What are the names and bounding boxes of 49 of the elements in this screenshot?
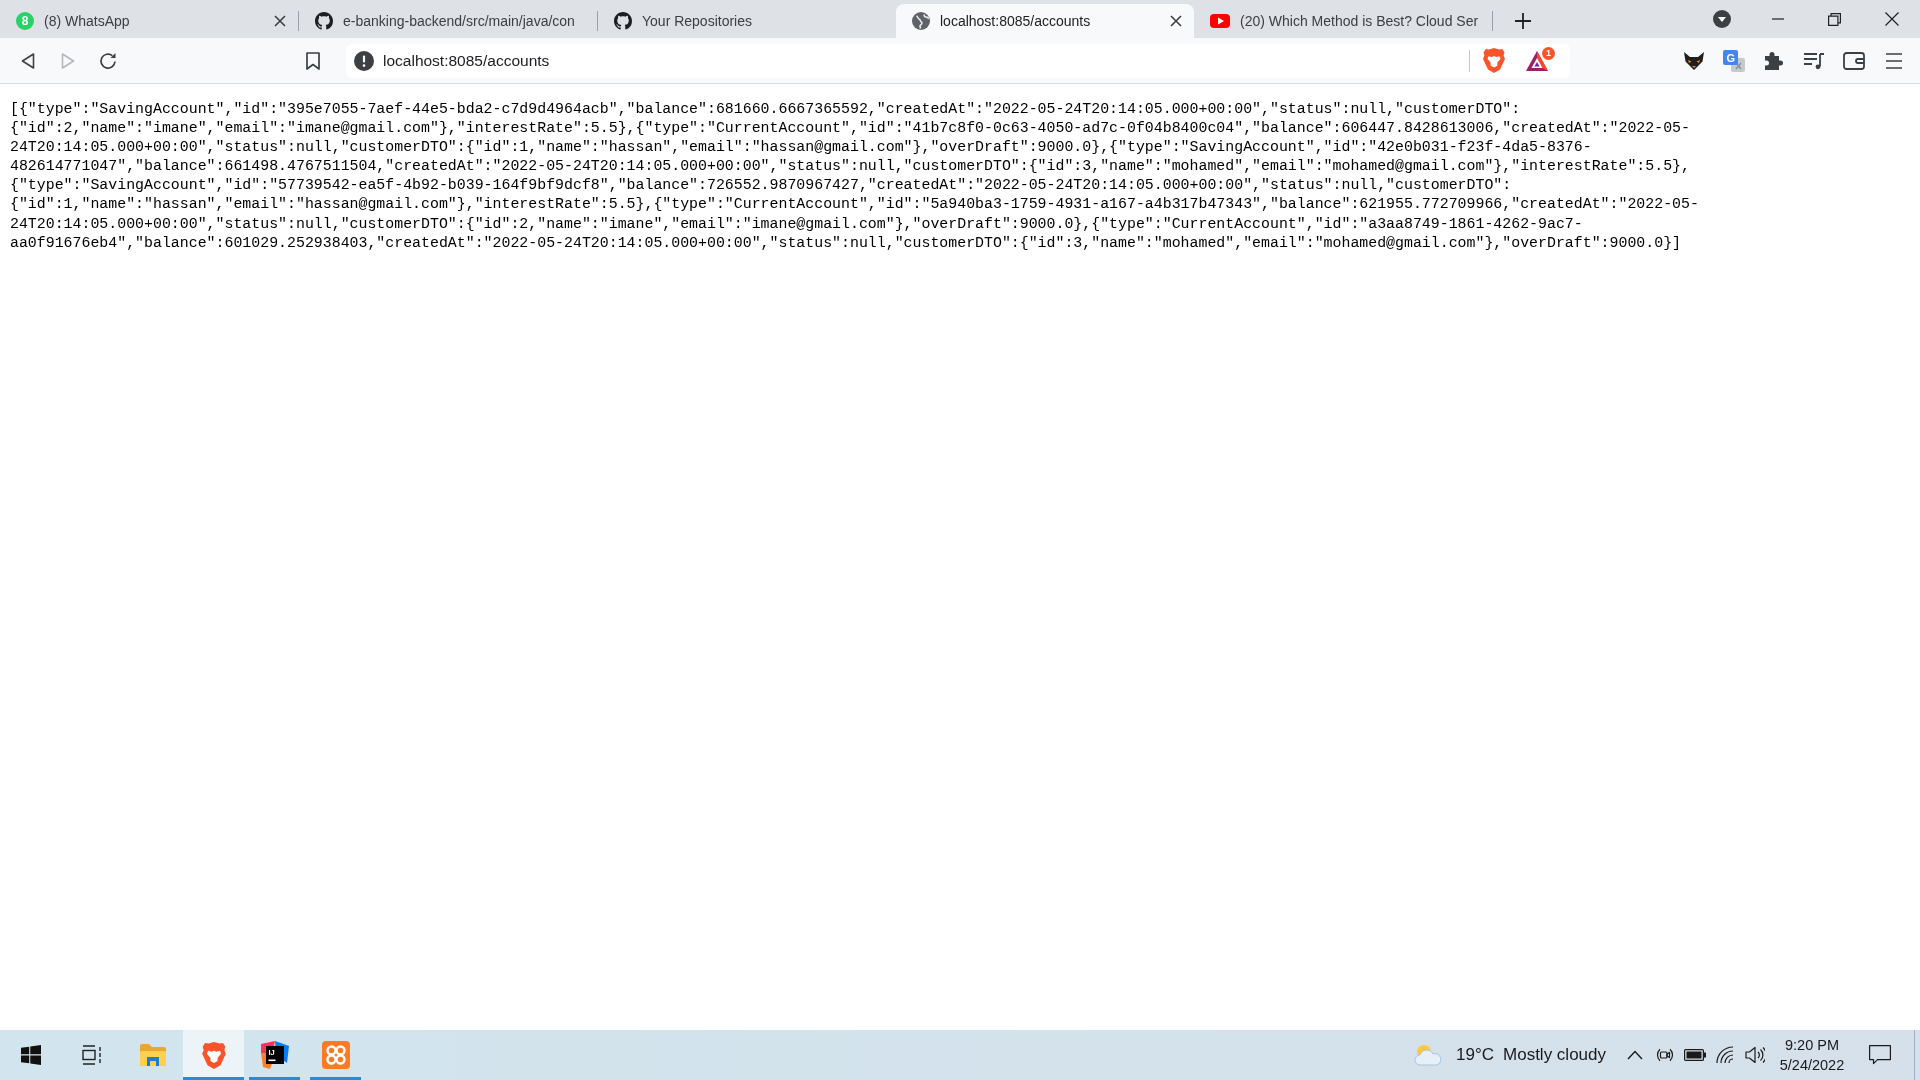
- address-bar[interactable]: localhost:8085/accounts 1: [346, 43, 1570, 78]
- browser-tab[interactable]: localhost:8085/accounts: [896, 4, 1194, 38]
- cat-logo-icon: [315, 12, 333, 30]
- speaker-icon: [1745, 1046, 1765, 1064]
- shields-button[interactable]: [1483, 45, 1505, 76]
- browser-tab[interactable]: e-banking-backend/src/main/java/con: [299, 4, 597, 38]
- json-response-text: [{"type":"SavingAccount","id":"395e7055-7aef-44e5-bda2-c7d9d4964acb","balance":681660.6667365592,"createdAt":"2022-05-24T20:14:05.000+00:00","status":null,"customerDTO": {"id":2,"name":"imane","email":"imane@gmail.com"},"interestRate":5.5},{"type":"CurrentAccount","id":"41b7c8f0-0c63-4050-ad7c-0f04b8400c04","balance":606447.8428613006,"createdAt":"2022-05- 24T20:14:05.000+00:00","status":null,"customerDTO":{"id":1,"name":"hassan","email":"hassan@gmail.com"},"overDraft":9000.0},{"type":"SavingAccount","id":"42e0b031-f23f-4da5-8376- 482614771047","balance":661498.4767511504,"createdAt":"2022-05-24T20:14:05.000+00:00","status":null,"customerDTO":{"id":3,"name":"mohamed","email":"mohamed@gmail.com"},"interestRate":5.5}, {"type":"SavingAccount","id":"57739542-ea5f-4b92-b039-164f9bf9dcf8","balance":726552.9870967427,"createdAt":"2022-05-24T20:14:05.000+00:00","status":null,"customerDTO": {"id":1,"name":"hassan","email":"hassan@gmail.com"},"interestRate":5.5},{"type":"CurrentAccount","id":"5a940ba3-1759-4931-a167-a4b317b47343","balance":621955.772709966,"createdAt":"2022-05- 24T20:14:05.000+00:00","status":null,"customerDTO":{"id":2,"name":"imane","email":"imane@gmail.com"},"overDraft":9000.0},{"type":"CurrentAccount","id":"a3aa8749-1861-4262-9ac7- aa0f91676eb4","balance":601029.252938403,"createdAt":"2022-05-24T20:14:05.000+00:00","status":null,"customerDTO":{"id":3,"name":"mohamed","email":"mohamed@gmail.com"},"overDraft":9000.0}]: [10, 100, 1700, 253]
- forward-icon: [61, 52, 75, 69]
- battery-icon: [1684, 1049, 1706, 1061]
- weather-widget[interactable]: 19°C Mostly cloudy: [1413, 1030, 1606, 1080]
- menu-icon: [1886, 52, 1902, 69]
- puzzle-icon: [1764, 50, 1784, 71]
- sun-cloud-icon: [1413, 1044, 1444, 1066]
- fox-head-icon: [1683, 50, 1705, 71]
- browser-tab[interactable]: (20) Which Method is Best? Cloud Ser: [1194, 4, 1492, 38]
- close-icon[interactable]: [1170, 15, 1182, 27]
- info-icon: [354, 50, 374, 71]
- browser-tab[interactable]: Your Repositories: [598, 4, 896, 38]
- camera-icon: [1656, 1046, 1674, 1064]
- clock[interactable]: 9:20 PM 5/24/2022: [1771, 1030, 1853, 1080]
- minimize-icon: [1771, 18, 1784, 20]
- back-icon: [21, 52, 35, 69]
- wifi-icon: [1716, 1046, 1734, 1064]
- wallet-icon: [1843, 51, 1865, 70]
- clock-time: 9:20 PM: [1785, 1036, 1839, 1054]
- clock-date: 5/24/2022: [1779, 1056, 1845, 1074]
- cat-logo-icon: [614, 12, 632, 30]
- start-icon: [20, 1045, 41, 1065]
- bookmark-icon: [306, 51, 320, 70]
- knot-logo-icon: [321, 1041, 350, 1069]
- play-icon: [1210, 14, 1230, 28]
- folder-icon: [138, 1043, 167, 1067]
- lion-icon: [201, 1041, 226, 1069]
- close-icon[interactable]: [274, 15, 286, 27]
- restore-icon: [1828, 12, 1841, 26]
- notification-count-badge: 1: [1542, 46, 1555, 60]
- speech-bubble-icon: [1869, 1045, 1891, 1065]
- globe-icon: [912, 12, 930, 30]
- reload-icon: [99, 51, 117, 70]
- lion-icon: [1483, 48, 1505, 73]
- close-icon: [1884, 12, 1899, 26]
- unread-count-badge: 8: [16, 12, 34, 30]
- playlist-icon: [1804, 51, 1824, 70]
- caret-down-icon: [1713, 10, 1731, 28]
- chevron-up-icon: [1627, 1050, 1643, 1060]
- task-view-icon: [80, 1045, 103, 1065]
- plus-icon: [1515, 13, 1531, 29]
- extension-button[interactable]: G: [1716, 42, 1752, 79]
- browser-tab[interactable]: 8 (8) WhatsApp: [0, 4, 298, 38]
